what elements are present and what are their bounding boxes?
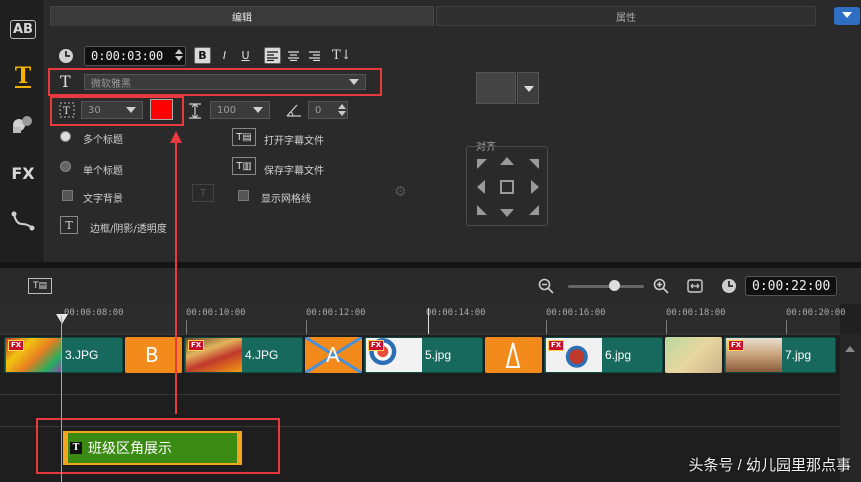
- watermark: 头条号 / 幼儿园里那点事: [688, 457, 851, 474]
- annotation-arrow: [170, 131, 182, 414]
